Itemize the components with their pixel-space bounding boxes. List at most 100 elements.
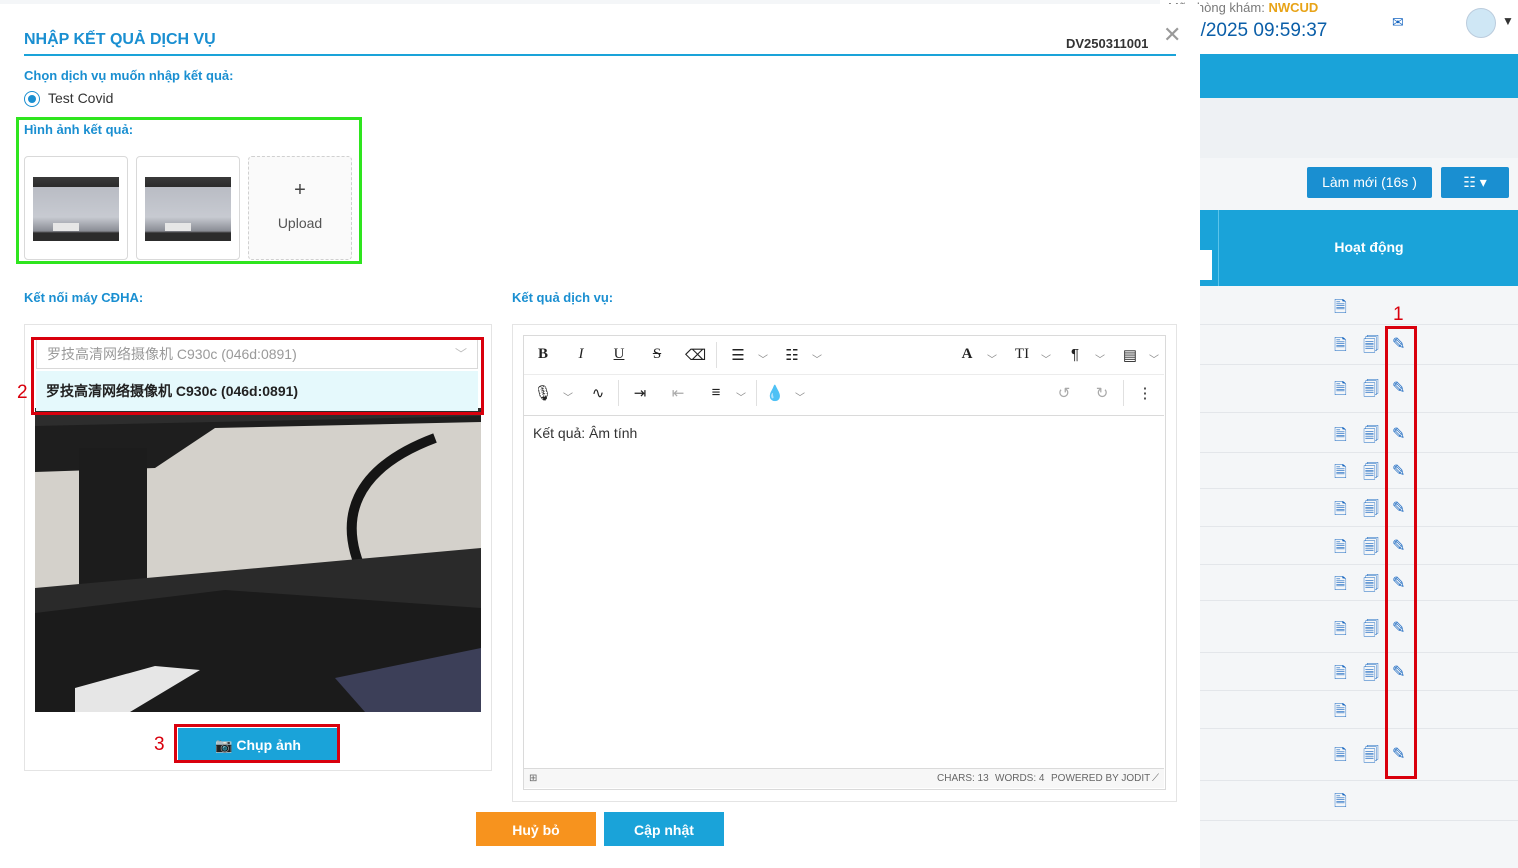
chevron-down-icon[interactable]: ﹀	[1041, 351, 1051, 366]
toolbar-area	[1160, 98, 1518, 158]
toolbar-separator	[716, 342, 717, 368]
highlight-box-edit-icons	[1385, 326, 1417, 779]
toolbar-separator	[618, 380, 619, 406]
refresh-button[interactable]: Làm mới (16s )	[1307, 167, 1432, 198]
italic-icon[interactable]: I	[571, 346, 591, 363]
chevron-down-icon[interactable]: ﹀	[736, 389, 746, 404]
document-icon[interactable]: 🗎	[1334, 662, 1347, 689]
print-document-icon[interactable]: 🗐	[1363, 378, 1379, 405]
table-row	[1200, 652, 1518, 691]
service-prompt-label: Chọn dịch vụ muốn nhập kết quả:	[24, 68, 234, 83]
print-document-icon[interactable]: 🗐	[1363, 334, 1379, 361]
table-row	[1200, 452, 1518, 489]
font-size-icon[interactable]: TI	[1012, 346, 1032, 363]
document-icon[interactable]: 🗎	[1334, 536, 1347, 563]
avatar[interactable]	[1466, 8, 1496, 38]
result-entry-modal: NHẬP KẾT QUẢ DỊCH VỤ DV250311001 ✕ Chọn …	[0, 4, 1200, 868]
print-document-icon[interactable]: 🗐	[1363, 662, 1379, 689]
resize-handle-icon[interactable]: ⟋	[1152, 773, 1159, 784]
indent-icon[interactable]: ⇥	[630, 384, 650, 402]
filter-input[interactable]	[1200, 250, 1212, 280]
update-button[interactable]: Cập nhật	[604, 812, 724, 846]
print-document-icon[interactable]: 🗐	[1363, 573, 1379, 600]
classes-icon[interactable]: ▤	[1120, 346, 1140, 364]
column-header-actions: Hoạt động	[1218, 210, 1518, 286]
word-count: WORDS: 4	[995, 773, 1045, 784]
table-row	[1200, 412, 1518, 453]
microphone-icon[interactable]: 🎙	[533, 384, 553, 402]
chevron-down-icon[interactable]: ▼	[1502, 14, 1514, 28]
table-row	[1200, 488, 1518, 527]
align-icon[interactable]: ≡	[706, 384, 726, 401]
print-document-icon[interactable]: 🗐	[1363, 618, 1379, 645]
table-row	[1200, 600, 1518, 653]
document-icon[interactable]: 🗎	[1334, 334, 1347, 361]
chevron-down-icon[interactable]: ﹀	[812, 351, 822, 366]
print-document-icon[interactable]: 🗐	[1363, 498, 1379, 525]
annotation-mark: 1	[1393, 304, 1404, 325]
underline-icon[interactable]: U	[609, 346, 629, 363]
document-icon[interactable]: 🗎	[1334, 790, 1347, 817]
datetime: 3/2025 09:59:37	[1190, 20, 1328, 41]
document-icon[interactable]: 🗎	[1334, 424, 1347, 451]
color-drop-icon[interactable]: 💧	[765, 384, 785, 402]
nav-band	[1160, 54, 1518, 98]
document-icon[interactable]: 🗎	[1334, 378, 1347, 405]
document-icon[interactable]: 🗎	[1334, 573, 1347, 600]
table-row	[1200, 324, 1518, 365]
camera-preview	[35, 408, 481, 712]
chevron-down-icon[interactable]: ﹀	[1095, 351, 1105, 366]
print-document-icon[interactable]: 🗐	[1363, 744, 1379, 771]
chevron-down-icon[interactable]: ﹀	[795, 389, 805, 404]
numbered-list-icon[interactable]: ☷	[782, 346, 802, 364]
table-row	[1200, 526, 1518, 565]
highlight-box-device-select	[31, 337, 484, 415]
document-icon[interactable]: 🗎	[1334, 296, 1347, 323]
chevron-down-icon[interactable]: ﹀	[987, 351, 997, 366]
toolbar-separator	[756, 380, 757, 406]
document-icon[interactable]: 🗎	[1334, 744, 1347, 771]
bold-icon[interactable]: B	[533, 346, 553, 363]
table-row	[1200, 564, 1518, 601]
bullet-list-icon[interactable]: ☰	[728, 346, 748, 364]
eraser-icon[interactable]: ⌫	[685, 346, 706, 364]
view-options-button[interactable]: ☷ ▾	[1441, 167, 1509, 198]
annotation-mark: 2	[17, 382, 28, 403]
service-radio[interactable]	[24, 91, 40, 107]
document-icon[interactable]: 🗎	[1334, 618, 1347, 645]
chevron-down-icon[interactable]: ﹀	[758, 351, 768, 366]
paragraph-icon[interactable]: ¶	[1065, 346, 1085, 363]
editor-text[interactable]: Kết quả: Âm tính	[533, 425, 637, 441]
outdent-icon[interactable]: ⇤	[668, 384, 688, 402]
editor-status-bar: ⊞ CHARS: 13 WORDS: 4 POWERED BY JODIT ⟋	[524, 768, 1164, 788]
powered-by: POWERED BY JODIT	[1051, 773, 1151, 784]
clinic-code-value: NWCUD	[1268, 0, 1319, 15]
table-row	[1200, 780, 1518, 821]
service-result-label: Kết quả dịch vụ:	[512, 290, 614, 305]
camera-feed-image	[35, 408, 481, 712]
print-document-icon[interactable]: 🗐	[1363, 536, 1379, 563]
print-document-icon[interactable]: 🗐	[1363, 461, 1379, 488]
chevron-down-icon[interactable]: ﹀	[563, 389, 573, 404]
editor-content-area[interactable]	[524, 415, 1164, 768]
document-icon[interactable]: 🗎	[1334, 498, 1347, 525]
redo-icon[interactable]: ↻	[1092, 384, 1112, 402]
highlight-box-capture	[174, 724, 340, 763]
table-row	[1200, 690, 1518, 729]
print-document-icon[interactable]: 🗐	[1363, 424, 1379, 451]
mail-icon[interactable]: ✉	[1392, 14, 1406, 30]
chevron-down-icon[interactable]: ﹀	[1149, 351, 1159, 366]
strikethrough-icon[interactable]: S	[647, 346, 667, 363]
close-icon[interactable]: ✕	[1163, 22, 1181, 48]
undo-icon[interactable]: ↺	[1054, 384, 1074, 402]
device-label: Kết nối máy CĐHA:	[24, 290, 144, 305]
source-mode-icon[interactable]: ⊞	[529, 773, 537, 784]
more-icon[interactable]: ⋮	[1135, 384, 1155, 402]
document-icon[interactable]: 🗎	[1334, 700, 1347, 727]
cancel-button[interactable]: Huỷ bỏ	[476, 812, 596, 846]
spellcheck-icon[interactable]: ∿	[588, 384, 608, 402]
service-radio-label[interactable]: Test Covid	[48, 90, 113, 106]
document-icon[interactable]: 🗎	[1334, 461, 1347, 488]
table-row	[1200, 286, 1518, 325]
font-icon[interactable]: A	[957, 346, 977, 363]
